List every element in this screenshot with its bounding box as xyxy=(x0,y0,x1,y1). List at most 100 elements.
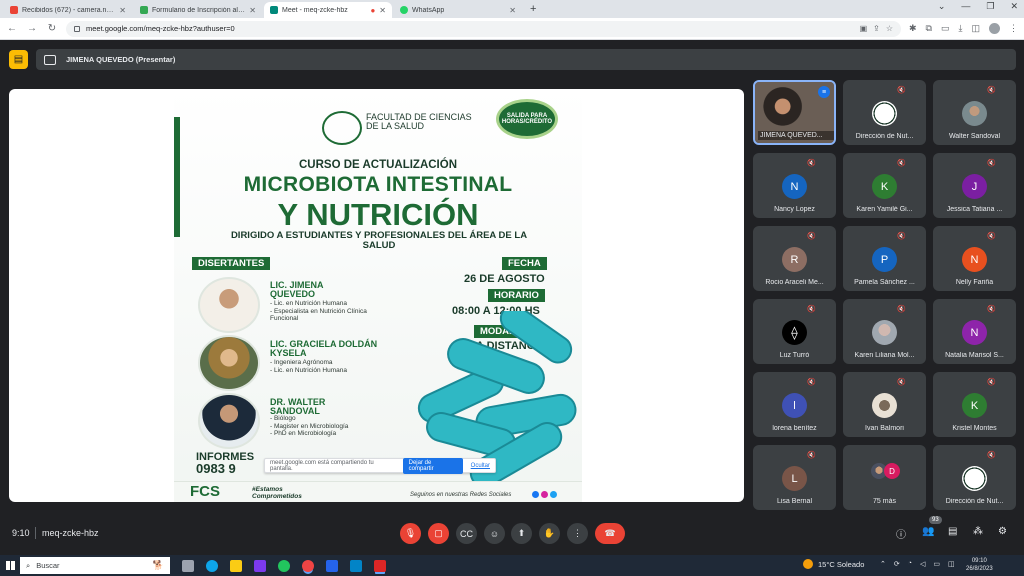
word-icon[interactable] xyxy=(326,559,338,572)
taskbar-search[interactable]: ⌕ Buscar 🐕 xyxy=(20,557,170,574)
participant-tile[interactable]: 🔇 Dirección de Nut... xyxy=(933,445,1016,510)
network-icon[interactable]: ◫ xyxy=(948,560,955,568)
info-icon[interactable]: ⓘ xyxy=(896,526,906,541)
chevron-up-icon[interactable]: ⌃ xyxy=(880,560,886,568)
wifi-icon[interactable]: ◔ xyxy=(908,560,912,568)
tab-meet[interactable]: Meet - meq-zcke-hbz ● ✕ xyxy=(264,2,392,18)
participant-tile[interactable]: R 🔇 Rocio Araceli Me... xyxy=(753,226,836,291)
participant-tile[interactable]: ≡ JIMENA QUEVED... xyxy=(753,80,836,145)
chrome-icon[interactable] xyxy=(302,559,314,572)
tab-forms[interactable]: Formulario de Inscripción al "Cu ✕ xyxy=(134,2,262,18)
tab-whatsapp[interactable]: WhatsApp ✕ xyxy=(394,2,522,18)
participant-tile[interactable]: N 🔇 Nelly Fariña xyxy=(933,226,1016,291)
weather-text: 15°C Soleado xyxy=(818,559,865,569)
avatar: L xyxy=(782,466,807,491)
stop-sharing-button[interactable]: Dejar de compartir xyxy=(402,457,463,474)
camera-icon[interactable]: ▣ xyxy=(860,24,868,33)
mic-muted-icon: 🔇 xyxy=(987,87,996,94)
share-icon[interactable]: ⇪ xyxy=(873,24,880,33)
participant-tile[interactable]: D 75 más xyxy=(843,445,926,510)
tab-label: Meet - meq-zcke-hbz xyxy=(282,6,348,14)
back-icon[interactable]: ← xyxy=(6,23,18,34)
search-icon: ⌕ xyxy=(26,560,31,570)
mic-muted-icon: 🔇 xyxy=(897,379,906,386)
edge-icon[interactable] xyxy=(206,559,218,572)
mic-muted-icon: 🔇 xyxy=(897,160,906,167)
fcs-logo: FCS xyxy=(190,483,220,500)
participant-tile[interactable]: N 🔇 Natalia Marisol S... xyxy=(933,299,1016,364)
task-view-icon[interactable] xyxy=(182,559,194,572)
participant-tile[interactable]: l 🔇 lorena benítez xyxy=(753,372,836,437)
spotify-icon[interactable] xyxy=(278,559,290,572)
puzzle-icon[interactable]: ⧉ xyxy=(926,23,932,34)
raise-hand-icon[interactable]: ✋ xyxy=(539,523,560,544)
host-controls-icon[interactable]: ⚙ xyxy=(998,526,1007,537)
extension-icon[interactable]: ✱ xyxy=(909,23,917,34)
star-icon[interactable]: ☆ xyxy=(886,24,893,33)
close-icon[interactable]: ✕ xyxy=(509,6,516,15)
participant-tile[interactable]: N 🔇 Nancy Lopez xyxy=(753,153,836,218)
tab-label: Formulario de Inscripción al "Cu xyxy=(152,6,246,14)
url-field[interactable]: meet.google.com/meq-zcke-hbz?authuser=0 … xyxy=(66,20,901,37)
participant-tile[interactable]: K 🔇 Karen Yamilé Gi... xyxy=(843,153,926,218)
mic-muted-icon: 🔇 xyxy=(987,160,996,167)
more-options-icon[interactable]: ⋮ xyxy=(567,523,588,544)
powerpoint-icon[interactable] xyxy=(374,559,386,572)
taskbar-clock[interactable]: 09:10 26/8/2023 xyxy=(966,557,993,573)
participant-tile[interactable]: 🔇 Dirección de Nut... xyxy=(843,80,926,145)
participant-tile[interactable]: L 🔇 Lisa Bernal xyxy=(753,445,836,510)
close-icon[interactable]: ✕ xyxy=(119,6,126,15)
new-tab-button[interactable]: + xyxy=(524,3,542,18)
present-icon[interactable]: ▤ xyxy=(9,50,28,69)
present-now-icon[interactable]: ⬆ xyxy=(511,523,532,544)
participant-tile[interactable]: K 🔇 Kristel Montes xyxy=(933,372,1016,437)
mic-off-icon[interactable]: 🎙 xyxy=(400,523,421,544)
end-call-icon[interactable]: ☎ xyxy=(595,523,625,544)
photos-icon[interactable] xyxy=(350,559,362,572)
split-icon[interactable]: ◫ xyxy=(971,23,980,34)
menu-icon[interactable]: ⋮ xyxy=(1009,23,1018,34)
media-player-icon[interactable] xyxy=(254,559,266,572)
download-icon[interactable]: ⤓ xyxy=(959,23,963,34)
participant-tile[interactable]: 🔇 Karen Liliana Mol... xyxy=(843,299,926,364)
lock-icon[interactable] xyxy=(74,25,80,32)
chevron-down-icon[interactable]: ⌄ xyxy=(938,1,946,12)
weather-widget[interactable]: 15°C Soleado xyxy=(803,559,864,569)
minimize-icon[interactable]: — xyxy=(961,1,970,12)
participant-tile[interactable]: ⟠ 🔇 Luz Turró xyxy=(753,299,836,364)
captions-icon[interactable]: CC xyxy=(456,523,477,544)
hide-button[interactable]: Ocultar xyxy=(471,463,490,469)
restore-icon[interactable]: ❐ xyxy=(986,1,994,12)
battery-icon[interactable]: ▭ xyxy=(933,560,940,568)
participant-name: 75 más xyxy=(873,498,896,505)
camera-off-icon[interactable]: ▢ xyxy=(428,523,449,544)
emoji-icon[interactable]: ☺ xyxy=(484,523,505,544)
chat-icon[interactable]: ▤ xyxy=(948,526,957,537)
participant-tile[interactable]: 🔇 Ivan Balmori xyxy=(843,372,926,437)
participant-tile[interactable]: P 🔇 Pamela Sánchez ... xyxy=(843,226,926,291)
sync-icon[interactable]: ⟳ xyxy=(894,560,900,568)
start-button[interactable] xyxy=(0,555,20,576)
close-icon[interactable]: ✕ xyxy=(379,6,386,15)
clock-time: 09:10 xyxy=(971,558,987,564)
tab-gmail[interactable]: Recibidos (672) - camera.nutricio ✕ xyxy=(4,2,132,18)
avatar xyxy=(962,466,987,491)
mic-muted-icon: 🔇 xyxy=(897,306,906,313)
volume-icon[interactable]: ◁ xyxy=(920,560,925,568)
sidebar-icon[interactable]: ▭ xyxy=(941,23,950,34)
people-icon[interactable]: 👥 xyxy=(922,526,934,537)
activities-icon[interactable]: ⁂ xyxy=(973,526,983,537)
forward-icon[interactable]: → xyxy=(26,23,38,34)
profile-avatar[interactable] xyxy=(989,23,1000,34)
close-icon[interactable]: ✕ xyxy=(249,6,256,15)
avatar: ⟠ xyxy=(782,320,807,345)
url-text[interactable]: meet.google.com/meq-zcke-hbz?authuser=0 xyxy=(86,24,854,33)
course-type: CURSO DE ACTUALIZACIÓN xyxy=(298,159,457,171)
reload-icon[interactable]: ↻ xyxy=(46,23,58,34)
close-window-icon[interactable]: ✕ xyxy=(1010,1,1018,12)
participant-tile[interactable]: J 🔇 Jessica Tatiana ... xyxy=(933,153,1016,218)
file-explorer-icon[interactable] xyxy=(230,559,242,572)
speaker-photo xyxy=(198,335,260,391)
participant-tile[interactable]: 🔇 Walter Sandoval xyxy=(933,80,1016,145)
avatar: R xyxy=(782,247,807,272)
